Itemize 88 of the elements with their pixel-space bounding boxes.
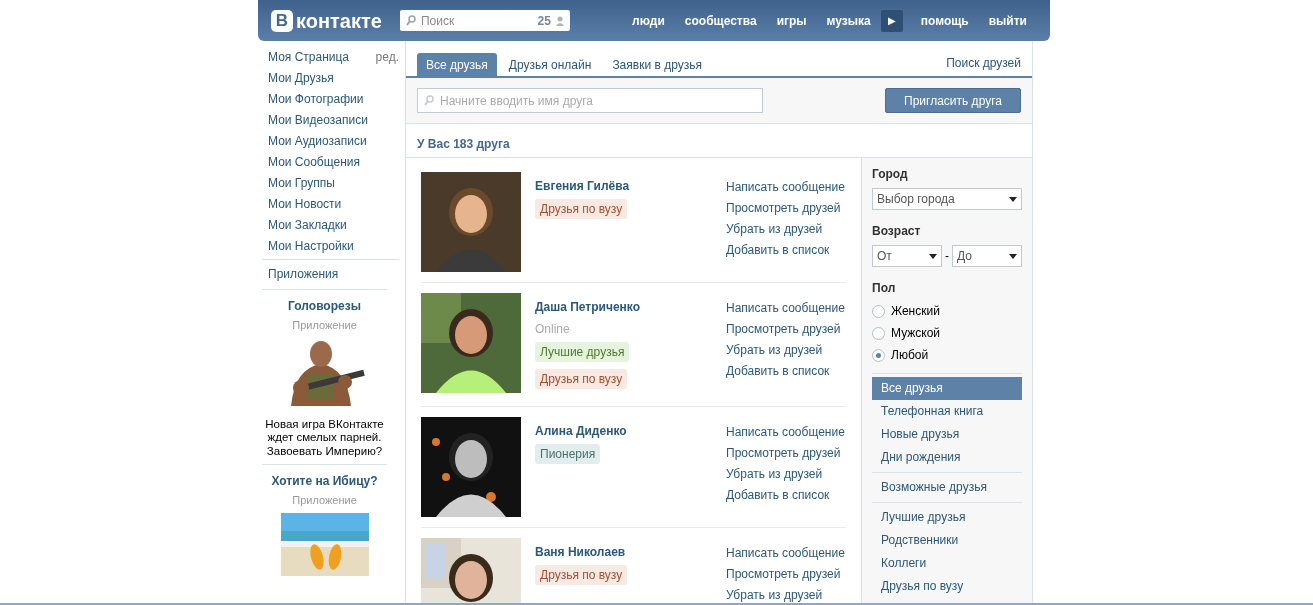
nav-link[interactable]: сообщества bbox=[674, 11, 767, 30]
nav-link[interactable]: помощь bbox=[910, 11, 979, 30]
filter-label: Пол bbox=[872, 280, 897, 297]
apps-link[interactable]: Приложения bbox=[268, 267, 339, 281]
ad-title[interactable]: Головорезы bbox=[288, 297, 361, 315]
friend-list-filter[interactable]: Родственники bbox=[872, 529, 1022, 552]
friend-list-filter[interactable]: Друзья по вузу bbox=[872, 575, 1022, 598]
friend-action-link[interactable]: Написать сообщение bbox=[726, 177, 846, 198]
friend-action-link[interactable]: Просмотреть друзей bbox=[726, 443, 846, 464]
radio-label: Женский bbox=[891, 303, 940, 320]
city-select[interactable]: Выбор города bbox=[872, 188, 1022, 210]
filter-label: Город bbox=[872, 166, 909, 183]
friend-list-filter[interactable]: Телефонная книга bbox=[872, 400, 1022, 423]
edit-link[interactable]: ред. bbox=[375, 47, 399, 66]
friend-list-filter[interactable]: Коллеги bbox=[872, 552, 1022, 575]
play-button[interactable]: ▶ bbox=[880, 9, 903, 32]
friend-action-link[interactable]: Убрать из друзей bbox=[726, 464, 846, 485]
friend-list-tag[interactable]: Друзья по вузу bbox=[535, 199, 628, 219]
search-icon bbox=[424, 95, 434, 106]
nav-link[interactable]: игры bbox=[766, 11, 817, 30]
sidebar-link[interactable]: Мои Сообщения bbox=[268, 152, 399, 171]
friend-action-link[interactable]: Просмотреть друзей bbox=[726, 198, 846, 219]
online-count: 25 bbox=[537, 12, 551, 30]
friend-list-tag[interactable]: Пионерия bbox=[535, 444, 601, 464]
friend-action-link[interactable]: Добавить в список bbox=[726, 240, 846, 261]
tab[interactable]: Все друзья bbox=[417, 53, 497, 76]
friend-count-heading: У Вас 183 друга bbox=[417, 136, 510, 153]
friend-action-link[interactable]: Просмотреть друзей bbox=[726, 319, 846, 340]
caret-icon bbox=[1009, 196, 1017, 202]
radio-button[interactable] bbox=[872, 326, 885, 340]
sidebar-link[interactable]: Мои Аудиозаписи bbox=[268, 131, 399, 150]
friend-name[interactable]: Ваня Николаев bbox=[535, 543, 626, 561]
sidebar-link[interactable]: Моя Страница bbox=[268, 47, 376, 66]
caret-icon bbox=[1009, 253, 1017, 259]
tab[interactable]: Заявки в друзья bbox=[603, 53, 711, 76]
radio-button[interactable] bbox=[872, 348, 885, 362]
search-field[interactable]: Поиск 25 bbox=[399, 10, 570, 31]
sidebar-link[interactable]: Мои Фотографии bbox=[268, 89, 399, 108]
sidebar-link[interactable]: Мои Закладки bbox=[268, 215, 399, 234]
ad-title[interactable]: Хотите на Ибицу? bbox=[271, 472, 378, 490]
friend-list-filter[interactable]: Лучшие друзья bbox=[872, 506, 1022, 529]
sidebar-link[interactable]: Мои Видеозаписи bbox=[268, 110, 399, 129]
friend-list-filter[interactable]: Новые друзья bbox=[872, 423, 1022, 446]
friend-search-field[interactable]: Начните вводить имя друга bbox=[417, 88, 763, 113]
range-separator: - bbox=[945, 248, 949, 265]
invite-button[interactable]: Пригласить друга bbox=[885, 88, 1021, 113]
friend-list-filter[interactable]: Возможные друзья bbox=[872, 476, 1022, 499]
ad-subtitle: Приложение bbox=[292, 493, 357, 508]
sidebar-link[interactable]: Мои Группы bbox=[268, 173, 399, 192]
friend-action-link[interactable]: Добавить в список bbox=[726, 361, 846, 382]
filter-label: Возраст bbox=[872, 223, 922, 240]
friend-action-link[interactable]: Написать сообщение bbox=[726, 543, 846, 564]
nav-link[interactable]: музыка bbox=[816, 11, 881, 30]
friend-action-link[interactable]: Просмотреть друзей bbox=[726, 564, 846, 585]
tab[interactable]: Друзья онлайн bbox=[499, 53, 601, 76]
sidebar-link[interactable]: Мои Настройки bbox=[268, 236, 399, 255]
ad-subtitle: Приложение bbox=[292, 318, 357, 333]
find-friends-link[interactable]: Поиск друзей bbox=[946, 54, 1021, 76]
friend-list-tag[interactable]: Лучшие друзья bbox=[535, 342, 630, 362]
friend-name[interactable]: Даша Петриченко bbox=[535, 298, 641, 316]
friend-action-link[interactable]: Убрать из друзей bbox=[726, 340, 846, 361]
online-status: Online bbox=[535, 321, 570, 338]
friend-action-link[interactable]: Добавить в список bbox=[726, 485, 846, 506]
friend-list-tag[interactable]: Друзья по вузу bbox=[535, 369, 628, 389]
sidebar-link[interactable]: Мои Новости bbox=[268, 194, 399, 213]
caret-icon bbox=[929, 253, 937, 259]
person-icon bbox=[555, 15, 564, 26]
friend-list-filter[interactable]: Дни рождения bbox=[872, 446, 1022, 469]
age-from-select[interactable]: От bbox=[872, 245, 942, 267]
friend-name[interactable]: Алина Диденко bbox=[535, 422, 627, 440]
radio-label: Мужской bbox=[891, 325, 941, 342]
friend-action-link[interactable]: Написать сообщение bbox=[726, 298, 846, 319]
logo-text: контакте bbox=[296, 10, 382, 31]
nav-link[interactable]: люди bbox=[622, 11, 675, 30]
sidebar-link[interactable]: Мои Друзья bbox=[268, 68, 399, 87]
search-icon bbox=[405, 15, 416, 26]
friend-list-filter[interactable]: Все друзья bbox=[872, 377, 1022, 400]
friend-action-link[interactable]: Убрать из друзей bbox=[726, 585, 846, 603]
friend-list-tag[interactable]: Друзья по вузу bbox=[535, 565, 628, 585]
friend-action-link[interactable]: Написать сообщение bbox=[726, 422, 846, 443]
friend-action-link[interactable]: Убрать из друзей bbox=[726, 219, 846, 240]
age-to-select[interactable]: До bbox=[952, 245, 1022, 267]
nav-link[interactable]: выйти bbox=[978, 11, 1037, 30]
ad-text: Новая игра ВКонтакте ждет смелых парней. Завоевать Империю? bbox=[264, 417, 385, 458]
radio-label: Любой bbox=[891, 347, 929, 364]
radio-button[interactable] bbox=[872, 304, 885, 318]
friend-name[interactable]: Евгения Гилёва bbox=[535, 177, 630, 195]
logo-icon[interactable]: В bbox=[271, 9, 293, 32]
